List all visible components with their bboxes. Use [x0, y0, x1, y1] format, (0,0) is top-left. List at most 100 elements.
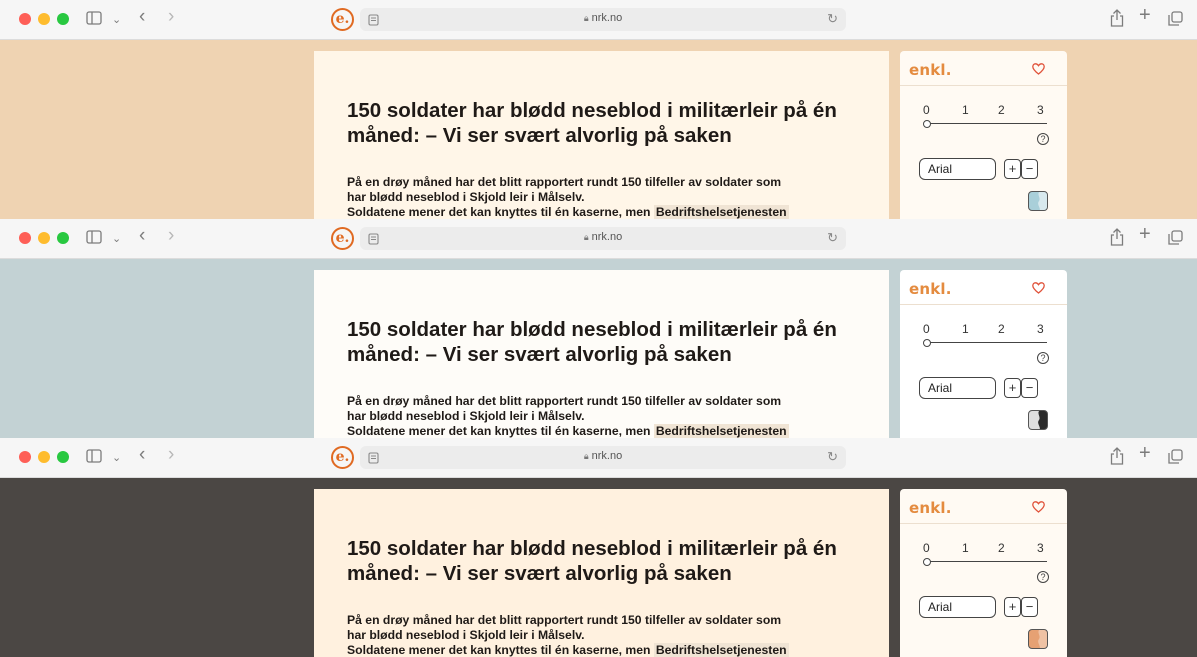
browser-toolbar: ⌄ ‹ › e. 🔒︎ nrk.no ↻ + [0, 219, 1197, 259]
sidebar-icon[interactable] [86, 11, 102, 25]
browser-frame-dark: ⌄ ‹ › e. 🔒︎ nrk.no ↻ + 150 soldater har b… [0, 438, 1197, 657]
enkl-logo: enkl. [909, 280, 952, 298]
article-lead: På en drøy måned har det blitt rapporter… [347, 394, 789, 438]
back-icon[interactable]: ‹ [139, 7, 145, 26]
minimize-window-button[interactable] [38, 232, 50, 244]
simplify-level-slider[interactable] [923, 558, 931, 566]
forward-icon[interactable]: › [168, 7, 174, 26]
simplify-level-labels: 0 1 2 3 [923, 103, 1044, 117]
sidebar-icon[interactable] [86, 449, 102, 463]
reload-icon[interactable]: ↻ [827, 11, 838, 27]
help-icon[interactable]: ? [1037, 352, 1049, 364]
browser-frame-warm: ⌄ ‹ › e. 🔒︎ nrk.no ↻ + 150 soldater har b… [0, 0, 1197, 219]
tabs-overview-icon[interactable] [1168, 11, 1183, 26]
highlighted-term: Bedriftshelsetjenesten [653, 205, 789, 219]
article-headline: 150 soldater har blødd neseblod i militæ… [347, 537, 837, 585]
increase-font-button[interactable]: + [1004, 378, 1021, 398]
reload-icon[interactable]: ↻ [827, 449, 838, 465]
highlighted-term: Bedriftshelsetjenesten [653, 643, 789, 657]
sidebar-icon[interactable] [86, 230, 102, 244]
heart-icon[interactable] [1032, 500, 1045, 518]
new-tab-icon[interactable]: + [1139, 5, 1151, 25]
panel-divider [900, 304, 1067, 305]
article-headline: 150 soldater har blødd neseblod i militæ… [347, 99, 837, 147]
article-headline: 150 soldater har blødd neseblod i militæ… [347, 318, 837, 366]
url-text: nrk.no [591, 231, 623, 243]
theme-toggle-icon[interactable] [1028, 629, 1048, 649]
forward-icon[interactable]: › [168, 226, 174, 245]
enkl-extension-icon[interactable]: e. [331, 8, 354, 31]
close-window-button[interactable] [19, 232, 31, 244]
chevron-down-icon[interactable]: ⌄ [112, 12, 121, 28]
decrease-font-button[interactable]: − [1021, 597, 1038, 617]
address-bar[interactable]: 🔒︎ nrk.no ↻ [360, 227, 846, 250]
enkl-panel: enkl. 0 1 2 3 ? Arial + − [900, 270, 1067, 438]
help-icon[interactable]: ? [1037, 571, 1049, 583]
decrease-font-button[interactable]: − [1021, 378, 1038, 398]
url-text: nrk.no [591, 450, 623, 462]
chevron-down-icon[interactable]: ⌄ [112, 231, 121, 247]
back-icon[interactable]: ‹ [139, 226, 145, 245]
simplify-level-track[interactable] [926, 342, 1047, 343]
enkl-logo: enkl. [909, 61, 952, 79]
tabs-overview-icon[interactable] [1168, 230, 1183, 245]
new-tab-icon[interactable]: + [1139, 443, 1151, 463]
simplify-level-slider[interactable] [923, 120, 931, 128]
increase-font-button[interactable]: + [1004, 597, 1021, 617]
heart-icon[interactable] [1032, 62, 1045, 80]
close-window-button[interactable] [19, 451, 31, 463]
enkl-extension-icon[interactable]: e. [331, 227, 354, 250]
tabs-overview-icon[interactable] [1168, 449, 1183, 464]
enkl-panel: enkl. 0 1 2 3 ? Arial + − [900, 51, 1067, 219]
panel-divider [900, 523, 1067, 524]
minimize-window-button[interactable] [38, 451, 50, 463]
panel-divider [900, 85, 1067, 86]
enkl-extension-icon[interactable]: e. [331, 446, 354, 469]
chevron-down-icon[interactable]: ⌄ [112, 450, 121, 466]
window-controls [19, 13, 69, 25]
url-text: nrk.no [591, 12, 623, 24]
enkl-logo: enkl. [909, 499, 952, 517]
article-card: 150 soldater har blødd neseblod i militæ… [314, 270, 889, 438]
increase-font-button[interactable]: + [1004, 159, 1021, 179]
share-icon[interactable] [1110, 9, 1124, 27]
article-lead: På en drøy måned har det blitt rapporter… [347, 613, 789, 657]
article-card: 150 soldater har blødd neseblod i militæ… [314, 489, 889, 657]
window-controls [19, 451, 69, 463]
highlighted-term: Bedriftshelsetjenesten [653, 424, 789, 438]
window-controls [19, 232, 69, 244]
simplify-level-slider[interactable] [923, 339, 931, 347]
lock-icon: 🔒︎ [583, 232, 589, 242]
share-icon[interactable] [1110, 228, 1124, 246]
back-icon[interactable]: ‹ [139, 445, 145, 464]
browser-toolbar: ⌄ ‹ › e. 🔒︎ nrk.no ↻ + [0, 0, 1197, 40]
help-icon[interactable]: ? [1037, 133, 1049, 145]
close-window-button[interactable] [19, 13, 31, 25]
article-lead: På en drøy måned har det blitt rapporter… [347, 175, 789, 219]
address-bar[interactable]: 🔒︎ nrk.no ↻ [360, 8, 846, 31]
enkl-panel: enkl. 0 1 2 3 ? Arial + − [900, 489, 1067, 657]
simplify-level-track[interactable] [926, 123, 1047, 124]
forward-icon[interactable]: › [168, 445, 174, 464]
theme-toggle-icon[interactable] [1028, 191, 1048, 211]
zoom-window-button[interactable] [57, 232, 69, 244]
simplify-level-track[interactable] [926, 561, 1047, 562]
lock-icon: 🔒︎ [583, 13, 589, 23]
reload-icon[interactable]: ↻ [827, 230, 838, 246]
minimize-window-button[interactable] [38, 13, 50, 25]
new-tab-icon[interactable]: + [1139, 224, 1151, 244]
simplify-level-labels: 0 1 2 3 [923, 541, 1044, 555]
font-select[interactable]: Arial [919, 596, 996, 618]
article-card: 150 soldater har blødd neseblod i militæ… [314, 51, 889, 219]
font-select[interactable]: Arial [919, 377, 996, 399]
address-bar[interactable]: 🔒︎ nrk.no ↻ [360, 446, 846, 469]
share-icon[interactable] [1110, 447, 1124, 465]
font-select[interactable]: Arial [919, 158, 996, 180]
zoom-window-button[interactable] [57, 451, 69, 463]
decrease-font-button[interactable]: − [1021, 159, 1038, 179]
browser-toolbar: ⌄ ‹ › e. 🔒︎ nrk.no ↻ + [0, 438, 1197, 478]
lock-icon: 🔒︎ [583, 451, 589, 461]
heart-icon[interactable] [1032, 281, 1045, 299]
zoom-window-button[interactable] [57, 13, 69, 25]
theme-toggle-icon[interactable] [1028, 410, 1048, 430]
